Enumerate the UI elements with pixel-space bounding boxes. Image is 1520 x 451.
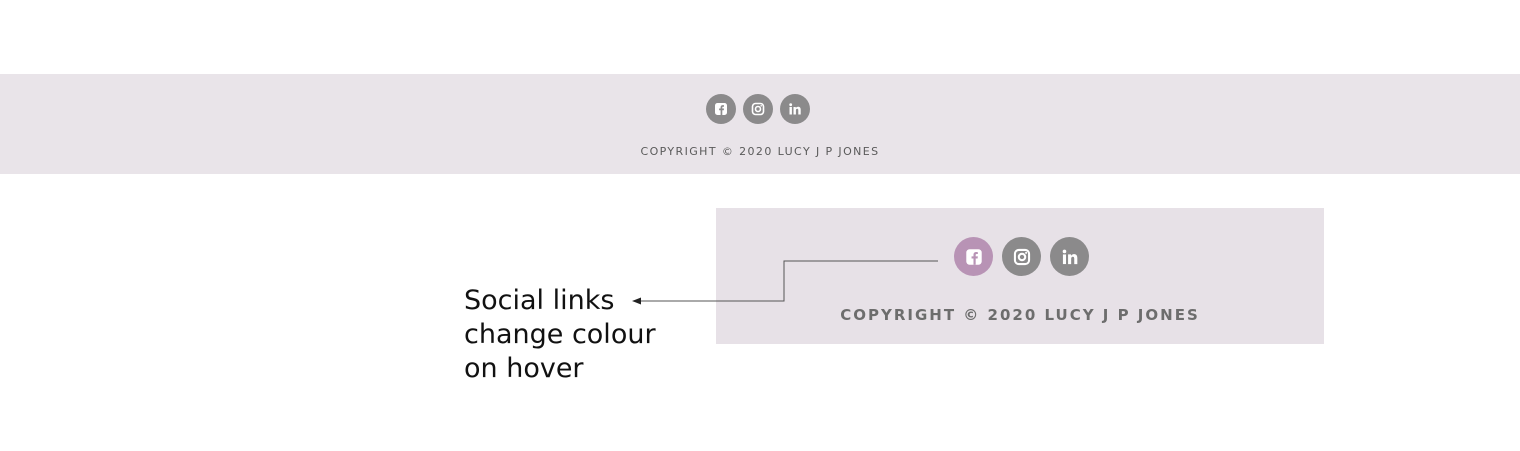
- instagram-link[interactable]: [743, 94, 773, 124]
- page: COPYRIGHT © 2020 LUCY J P JONES COPYRIGH…: [0, 0, 1520, 451]
- facebook-link-hover[interactable]: [954, 237, 993, 276]
- footer-copyright: COPYRIGHT © 2020 LUCY J P JONES: [640, 145, 880, 158]
- annotation-note: Social links change colour on hover: [464, 285, 656, 384]
- facebook-icon: [965, 248, 982, 265]
- facebook-icon: [715, 103, 727, 115]
- linkedin-link[interactable]: [780, 94, 810, 124]
- instagram-link-preview[interactable]: [1002, 237, 1041, 276]
- social-links: [706, 94, 810, 124]
- site-footer: [0, 74, 1520, 174]
- facebook-link[interactable]: [706, 94, 736, 124]
- instagram-icon: [1013, 248, 1030, 265]
- instagram-icon: [751, 102, 765, 116]
- social-links-hover-preview: [954, 237, 1089, 276]
- linkedin-icon: [1062, 249, 1077, 264]
- linkedin-link-preview[interactable]: [1050, 237, 1089, 276]
- footer-copyright-preview: COPYRIGHT © 2020 LUCY J P JONES: [840, 306, 1200, 324]
- linkedin-icon: [789, 103, 801, 115]
